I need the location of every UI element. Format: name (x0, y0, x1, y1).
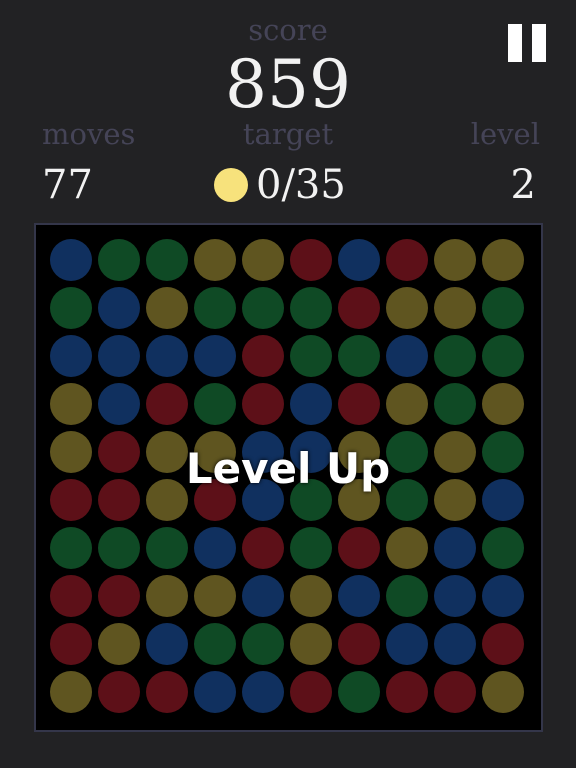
dot-green[interactable] (98, 527, 140, 569)
dot-green[interactable] (386, 575, 428, 617)
dot-blue[interactable] (146, 623, 188, 665)
dot-green[interactable] (338, 671, 380, 713)
dot-yellow[interactable] (290, 623, 332, 665)
dot-blue[interactable] (434, 575, 476, 617)
dot-yellow[interactable] (482, 239, 524, 281)
dot-blue[interactable] (338, 575, 380, 617)
dot-yellow[interactable] (98, 623, 140, 665)
dot-green[interactable] (290, 335, 332, 377)
dot-green[interactable] (338, 335, 380, 377)
dot-red[interactable] (338, 383, 380, 425)
dot-yellow[interactable] (146, 575, 188, 617)
dot-red[interactable] (242, 527, 284, 569)
dot-blue[interactable] (98, 335, 140, 377)
target-indicator: 0/35 (214, 165, 346, 205)
dot-yellow[interactable] (434, 239, 476, 281)
dot-yellow[interactable] (386, 383, 428, 425)
pause-icon-right-bar (532, 24, 546, 62)
pause-icon-left-bar (508, 24, 522, 62)
dot-blue[interactable] (194, 671, 236, 713)
dot-red[interactable] (50, 623, 92, 665)
dot-red[interactable] (242, 383, 284, 425)
dot-yellow[interactable] (386, 287, 428, 329)
dot-yellow[interactable] (482, 383, 524, 425)
dot-blue[interactable] (98, 383, 140, 425)
dot-green[interactable] (482, 527, 524, 569)
dot-blue[interactable] (386, 335, 428, 377)
target-dot-icon (214, 168, 248, 202)
dot-red[interactable] (386, 671, 428, 713)
dot-red[interactable] (146, 671, 188, 713)
dot-green[interactable] (194, 623, 236, 665)
dot-red[interactable] (98, 671, 140, 713)
dot-red[interactable] (242, 335, 284, 377)
dot-blue[interactable] (146, 335, 188, 377)
dot-green[interactable] (194, 287, 236, 329)
dot-yellow[interactable] (290, 575, 332, 617)
dot-yellow[interactable] (50, 383, 92, 425)
dot-blue[interactable] (338, 239, 380, 281)
dot-green[interactable] (290, 287, 332, 329)
dot-blue[interactable] (386, 623, 428, 665)
dot-green[interactable] (146, 527, 188, 569)
score-value: 859 (225, 46, 351, 123)
dot-blue[interactable] (98, 287, 140, 329)
level-up-banner: Level Up (185, 444, 391, 493)
dot-blue[interactable] (242, 671, 284, 713)
score-label: score (248, 13, 328, 47)
dot-green[interactable] (482, 335, 524, 377)
moves-value: 77 (42, 162, 93, 208)
dot-green[interactable] (482, 287, 524, 329)
dot-red[interactable] (434, 671, 476, 713)
dot-green[interactable] (242, 623, 284, 665)
dot-red[interactable] (146, 383, 188, 425)
dot-blue[interactable] (194, 335, 236, 377)
dot-blue[interactable] (194, 527, 236, 569)
dot-blue[interactable] (290, 383, 332, 425)
dot-red[interactable] (290, 671, 332, 713)
dot-green[interactable] (146, 239, 188, 281)
dot-red[interactable] (338, 623, 380, 665)
dot-yellow[interactable] (434, 287, 476, 329)
dot-red[interactable] (482, 623, 524, 665)
dot-red[interactable] (338, 527, 380, 569)
dot-green[interactable] (194, 383, 236, 425)
dot-yellow[interactable] (50, 671, 92, 713)
dot-blue[interactable] (434, 527, 476, 569)
pause-button[interactable] (508, 24, 548, 62)
dot-yellow[interactable] (194, 575, 236, 617)
dot-green[interactable] (50, 287, 92, 329)
dot-blue[interactable] (434, 623, 476, 665)
level-label: level (470, 117, 540, 151)
dot-blue[interactable] (242, 575, 284, 617)
dot-green[interactable] (434, 335, 476, 377)
dot-red[interactable] (290, 239, 332, 281)
dot-red[interactable] (386, 239, 428, 281)
dot-blue[interactable] (50, 335, 92, 377)
dot-green[interactable] (434, 383, 476, 425)
dot-yellow[interactable] (242, 239, 284, 281)
dot-yellow[interactable] (386, 527, 428, 569)
level-value: 2 (510, 162, 536, 208)
target-value: 0/35 (256, 162, 346, 208)
dot-yellow[interactable] (194, 239, 236, 281)
dot-red[interactable] (50, 575, 92, 617)
dot-green[interactable] (242, 287, 284, 329)
dot-yellow[interactable] (482, 671, 524, 713)
dot-blue[interactable] (482, 575, 524, 617)
dot-green[interactable] (50, 527, 92, 569)
dot-green[interactable] (290, 527, 332, 569)
dot-red[interactable] (338, 287, 380, 329)
dot-blue[interactable] (50, 239, 92, 281)
dot-green[interactable] (98, 239, 140, 281)
dot-yellow[interactable] (146, 287, 188, 329)
dot-red[interactable] (98, 575, 140, 617)
